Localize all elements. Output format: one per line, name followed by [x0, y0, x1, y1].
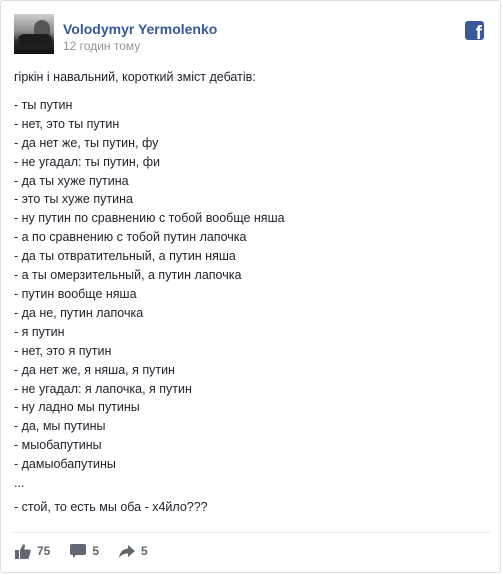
comment-bubble-icon	[70, 544, 87, 558]
shares-count: 5	[141, 544, 148, 558]
post-line: - а ты омерзительный, а путин лапочка	[14, 268, 242, 283]
thumbs-up-icon	[15, 543, 31, 559]
post-line: - ну ладно мы путины	[14, 400, 140, 415]
comment-button[interactable]: 5	[70, 544, 99, 558]
post-line: - да ты отвратительный, а путин няша	[14, 249, 236, 264]
post-line: - ну путин по сравнению с тобой вообще н…	[14, 211, 285, 226]
post-line: - да нет же, ты путин, фу	[14, 135, 159, 150]
post-line: - нет, это я путин	[14, 343, 112, 358]
post-line: - да нет же, я няша, я путин	[14, 362, 175, 377]
post-intro: гіркін і навальний, короткий зміст дебат…	[14, 70, 256, 84]
post-line: - да, мы путины	[14, 419, 106, 434]
action-divider	[13, 532, 490, 533]
like-button[interactable]: 75	[15, 543, 51, 559]
post-timestamp[interactable]: 12 годин тому	[63, 39, 140, 53]
post-line: - не угадал: я лапочка, я путин	[14, 381, 192, 396]
post-card: Volodymyr Yermolenko 12 годин тому f гір…	[0, 0, 501, 573]
post-body: гіркін і навальний, короткий зміст дебат…	[14, 68, 484, 517]
post-line: - путин вообще няша	[14, 286, 137, 301]
post-final-line: - стой, то есть мы оба - х4йло???	[14, 499, 208, 514]
post-line: - да ты хуже путина	[14, 173, 129, 188]
post-line: - а по сравнению с тобой путин лапочка	[14, 230, 247, 245]
post-line: - ты путин	[14, 97, 73, 112]
post-line: - да не, путин лапочка	[14, 305, 144, 320]
post-ellipsis: ...	[14, 476, 25, 491]
share-arrow-icon	[119, 544, 136, 558]
share-button[interactable]: 5	[119, 544, 148, 558]
author-name[interactable]: Volodymyr Yermolenko	[63, 20, 217, 38]
post-line: - это ты хуже путина	[14, 192, 133, 207]
post-line: - не угадал: ты путин, фи	[14, 154, 160, 169]
post-line: - мыобапутины	[14, 438, 102, 453]
post-line: - я путин	[14, 324, 65, 339]
post-line: - нет, это ты путин	[14, 116, 120, 131]
facebook-icon[interactable]: f	[465, 21, 484, 40]
avatar[interactable]	[14, 14, 54, 54]
action-bar: 75 5 5	[15, 543, 168, 559]
comments-count: 5	[92, 544, 100, 558]
likes-count: 75	[37, 544, 51, 558]
post-line: - дамыобапутины	[14, 457, 116, 472]
